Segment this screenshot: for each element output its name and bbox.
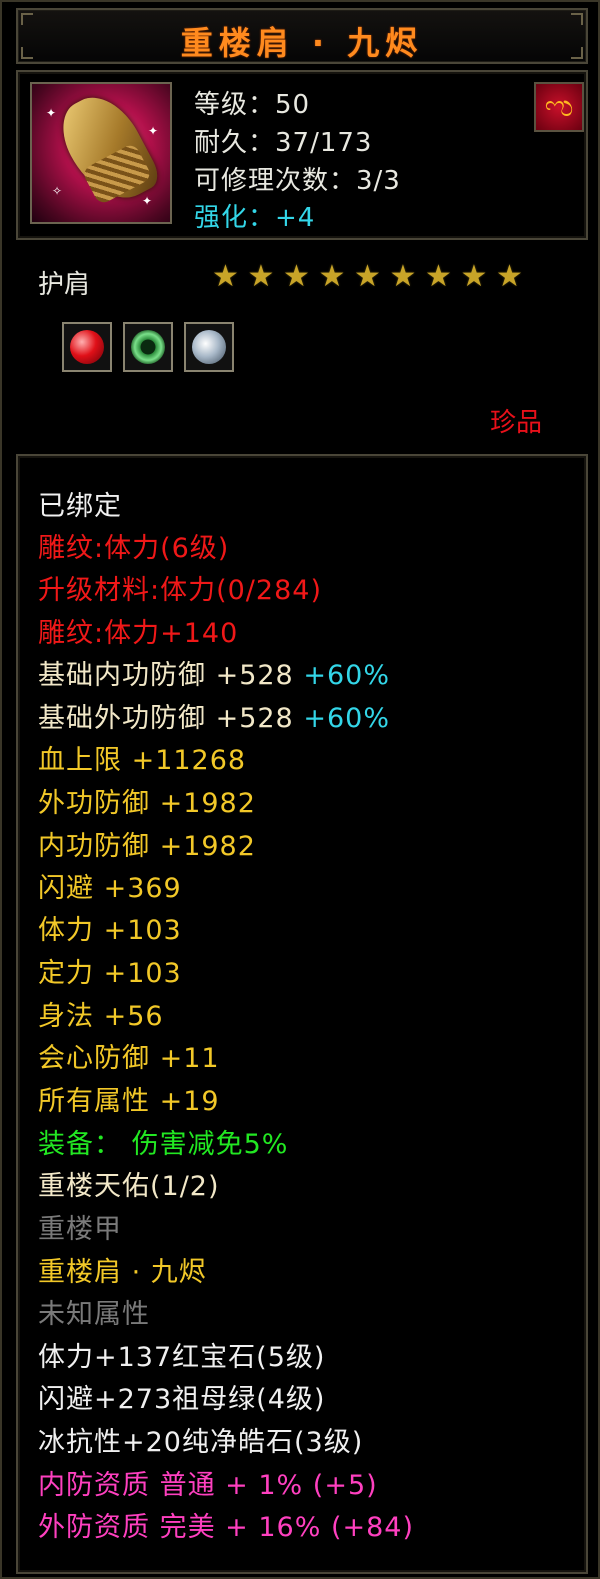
base-outer-defense-pct: +60% (303, 703, 390, 734)
durability-stat: 耐久：37/173 (194, 128, 373, 158)
star-rating: ★ ★ ★ ★ ★ ★ ★ ★ ★ (212, 262, 542, 296)
upgrade-material-line: 升级材料:体力(0/284) (38, 575, 322, 606)
flame-class-icon: ಌ (534, 82, 584, 132)
base-inner-defense-line: 基础内功防御 +528 +60% (38, 660, 390, 691)
item-tooltip-panel: 重楼肩 · 九烬 ✦ ✦ ✧ ✦ 等级：50 耐久：37/173 可修理次数：3… (0, 0, 600, 1579)
repair-count-stat: 可修理次数：3/3 (194, 166, 401, 196)
base-inner-defense-pct: +60% (303, 660, 390, 691)
attribute-line: 所有属性 +19 (38, 1086, 220, 1117)
gem-line: 冰抗性+20纯净皓石(3级) (38, 1427, 364, 1458)
set-piece-missing: 重楼甲 (38, 1214, 122, 1245)
bind-status: 已绑定 (38, 491, 122, 522)
item-title: 重楼肩 · 九烬 (180, 24, 424, 62)
star-icon: ★ (389, 259, 417, 294)
engraving-line: 雕纹:体力(6级) (38, 533, 230, 564)
gem-line: 体力+137红宝石(5级) (38, 1342, 326, 1373)
quality-line: 内防资质 普通 + 1% (+5) (38, 1470, 378, 1501)
rarity-label: 珍品 (490, 408, 543, 438)
attribute-line: 外功防御 +1982 (38, 788, 256, 819)
diamond-icon (184, 322, 234, 372)
equip-bonus-line: 装备： 伤害减免5% (38, 1129, 289, 1160)
attribute-line: 内功防御 +1982 (38, 831, 256, 862)
ruby-icon (62, 322, 112, 372)
attribute-line: 血上限 +11268 (38, 745, 247, 776)
star-icon: ★ (283, 259, 310, 294)
shoulder-armor-icon: ✦ ✦ ✧ ✦ (30, 82, 172, 224)
attribute-line: 会心防御 +11 (38, 1043, 220, 1074)
quality-line: 外防资质 完美 + 16% (+84) (38, 1512, 415, 1543)
attribute-line: 定力 +103 (38, 958, 182, 989)
item-info-frame: ✦ ✦ ✧ ✦ 等级：50 耐久：37/173 可修理次数：3/3 强化：+4 … (16, 70, 588, 240)
star-icon: ★ (496, 259, 523, 294)
set-name-line: 重楼天佑(1/2) (38, 1171, 220, 1202)
star-icon: ★ (425, 259, 452, 294)
star-icon: ★ (247, 259, 275, 294)
equipment-slot-label: 护肩 (38, 270, 91, 300)
attribute-line: 身法 +56 (38, 1001, 164, 1032)
emerald-icon (123, 322, 173, 372)
gem-line: 闪避+273祖母绿(4级) (38, 1384, 326, 1415)
attribute-line: 体力 +103 (38, 915, 182, 946)
base-outer-defense-line: 基础外功防御 +528 +60% (38, 703, 390, 734)
set-piece-owned: 重楼肩 · 九烬 (38, 1257, 207, 1288)
enhance-stat: 强化：+4 (194, 203, 316, 233)
star-icon: ★ (212, 259, 239, 294)
level-stat: 等级：50 (194, 90, 311, 120)
engraving-bonus-line: 雕纹:体力+140 (38, 618, 239, 649)
star-icon: ★ (460, 259, 488, 294)
star-icon: ★ (318, 259, 346, 294)
star-icon: ★ (354, 259, 381, 294)
unknown-attribute-line: 未知属性 (38, 1299, 150, 1330)
attribute-line: 闪避 +369 (38, 873, 182, 904)
title-bar: 重楼肩 · 九烬 (16, 8, 588, 64)
